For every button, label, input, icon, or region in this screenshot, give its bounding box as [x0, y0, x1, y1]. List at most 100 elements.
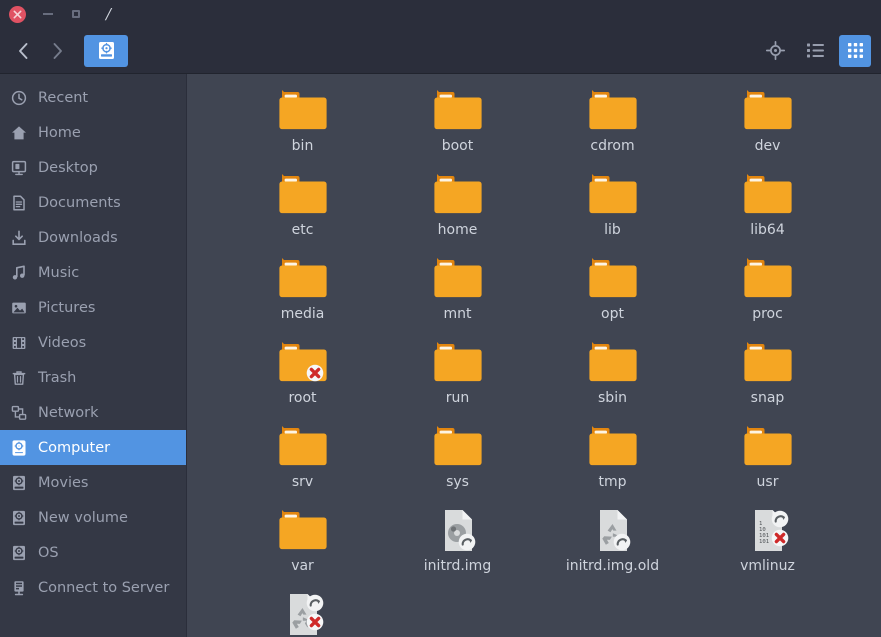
folder-icon — [277, 424, 329, 469]
file-item[interactable]: srv — [225, 424, 380, 508]
file-label: sbin — [598, 390, 627, 406]
window-title: / — [106, 5, 112, 23]
folder-icon — [587, 172, 639, 217]
folder-icon-wrap — [432, 424, 484, 469]
sidebar-item-desktop[interactable]: Desktop — [0, 150, 186, 185]
sidebar-item-label: Music — [38, 265, 79, 281]
file-item[interactable]: dev — [690, 88, 845, 172]
folder-icon-wrap — [277, 256, 329, 301]
folder-icon — [742, 88, 794, 133]
file-item[interactable]: etc — [225, 172, 380, 256]
sidebar-item-label: Network — [38, 405, 99, 421]
folder-icon-wrap — [587, 340, 639, 385]
file-view[interactable]: bin boot cdrom dev etc home lib lib64 me… — [187, 74, 881, 637]
file-item[interactable]: root — [225, 340, 380, 424]
file-item[interactable]: run — [380, 340, 535, 424]
trash-icon — [10, 369, 27, 386]
folder-icon — [587, 88, 639, 133]
sidebar-item-movies[interactable]: Movies — [0, 465, 186, 500]
grid-view-button[interactable] — [839, 35, 871, 67]
folder-icon-wrap — [277, 340, 329, 385]
file-item[interactable]: opt — [535, 256, 690, 340]
drive-icon — [10, 509, 27, 526]
drive-icon — [10, 544, 27, 561]
file-item[interactable]: boot — [380, 88, 535, 172]
file-label: mnt — [444, 306, 472, 322]
maximize-button[interactable] — [68, 6, 84, 22]
file-item[interactable]: cdrom — [535, 88, 690, 172]
recycle-file-icon — [277, 592, 329, 637]
folder-icon — [742, 424, 794, 469]
folder-icon-wrap — [432, 340, 484, 385]
file-label: lib — [604, 222, 621, 238]
folder-icon-wrap — [277, 88, 329, 133]
sidebar-item-label: New volume — [38, 510, 128, 526]
unreadable-emblem — [306, 614, 323, 631]
file-label: srv — [292, 474, 313, 490]
folder-icon-wrap — [742, 256, 794, 301]
file-item[interactable]: sbin — [535, 340, 690, 424]
sidebar-item-label: Pictures — [38, 300, 95, 316]
file-item[interactable]: media — [225, 256, 380, 340]
file-item[interactable]: mnt — [380, 256, 535, 340]
folder-icon-wrap — [277, 508, 329, 553]
file-item[interactable]: lib64 — [690, 172, 845, 256]
close-button[interactable] — [9, 6, 26, 23]
file-item[interactable]: usr — [690, 424, 845, 508]
file-manager-window: / — [0, 0, 881, 637]
folder-icon — [277, 256, 329, 301]
folder-icon — [587, 424, 639, 469]
back-button[interactable] — [6, 34, 40, 68]
file-item[interactable]: sys — [380, 424, 535, 508]
folder-icon — [277, 172, 329, 217]
sidebar-item-pictures[interactable]: Pictures — [0, 290, 186, 325]
folder-icon — [277, 508, 329, 553]
sidebar-item-documents[interactable]: Documents — [0, 185, 186, 220]
sidebar-item-new-volume[interactable]: New volume — [0, 500, 186, 535]
sidebar-item-home[interactable]: Home — [0, 115, 186, 150]
clock-icon — [10, 89, 27, 106]
forward-button[interactable] — [40, 34, 74, 68]
file-label: initrd.img.old — [566, 558, 659, 574]
sidebar-item-label: OS — [38, 545, 59, 561]
file-item[interactable]: tmp — [535, 424, 690, 508]
file-item[interactable]: 110101101 vmlinuz — [690, 508, 845, 592]
breadcrumb-item-computer[interactable] — [84, 35, 128, 67]
sidebar-item-videos[interactable]: Videos — [0, 325, 186, 360]
file-item[interactable]: initrd.img — [380, 508, 535, 592]
sidebar-item-network[interactable]: Network — [0, 395, 186, 430]
folder-icon — [432, 172, 484, 217]
desktop-icon — [10, 159, 27, 176]
file-item[interactable] — [225, 592, 380, 637]
file-item[interactable]: snap — [690, 340, 845, 424]
sidebar-item-label: Computer — [38, 440, 110, 456]
list-view-button[interactable] — [799, 35, 831, 67]
folder-icon — [587, 340, 639, 385]
sidebar-item-label: Home — [38, 125, 81, 141]
file-item[interactable]: lib — [535, 172, 690, 256]
file-item[interactable]: proc — [690, 256, 845, 340]
file-item[interactable]: initrd.img.old — [535, 508, 690, 592]
file-label: etc — [292, 222, 314, 238]
symlink-emblem — [613, 534, 630, 551]
location-toggle-button[interactable] — [759, 35, 791, 67]
folder-icon — [432, 88, 484, 133]
file-item[interactable]: bin — [225, 88, 380, 172]
sidebar-item-recent[interactable]: Recent — [0, 80, 186, 115]
home-icon — [10, 124, 27, 141]
computer-icon — [98, 41, 115, 60]
file-label: bin — [292, 138, 314, 154]
minimize-button[interactable] — [40, 6, 56, 22]
sidebar-item-connect-to-server[interactable]: Connect to Server — [0, 570, 186, 605]
sidebar-item-trash[interactable]: Trash — [0, 360, 186, 395]
sidebar-item-os[interactable]: OS — [0, 535, 186, 570]
sidebar-item-label: Connect to Server — [38, 580, 169, 596]
sidebar-item-downloads[interactable]: Downloads — [0, 220, 186, 255]
file-item[interactable]: var — [225, 508, 380, 592]
folder-icon-wrap — [742, 172, 794, 217]
sidebar-item-music[interactable]: Music — [0, 255, 186, 290]
symlink-emblem — [458, 534, 475, 551]
sidebar-item-computer[interactable]: Computer — [0, 430, 186, 465]
window-body: Recent Home DesktopDocumentsDownloads Music… — [0, 74, 881, 637]
file-item[interactable]: home — [380, 172, 535, 256]
